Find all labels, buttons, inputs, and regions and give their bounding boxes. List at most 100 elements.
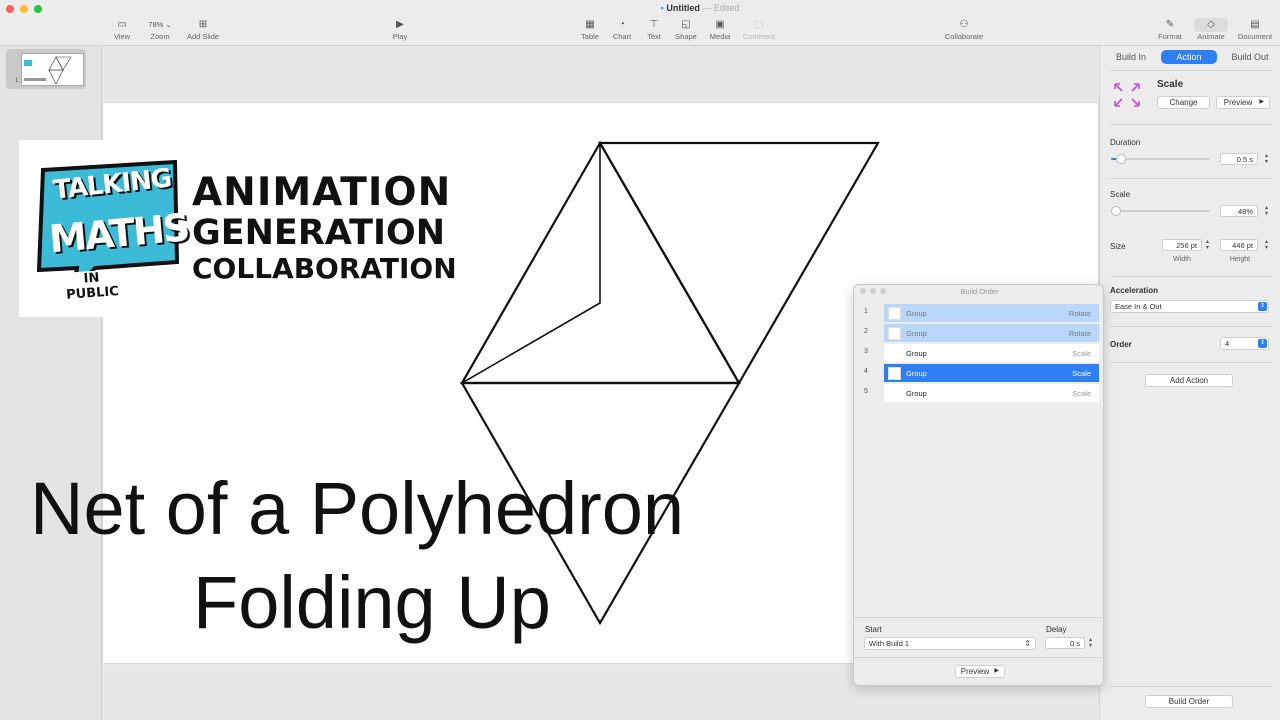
height-field[interactable]: 446 pt — [1220, 239, 1258, 251]
text-box-icon: ⊤ — [649, 19, 659, 30]
chevron-updown-icon: ⇕ — [1258, 339, 1267, 348]
height-label: Height — [1229, 256, 1251, 263]
thumbnail-preview — [24, 56, 72, 85]
scale-field[interactable]: 48% — [1220, 205, 1258, 217]
play-icon: ▶ — [1259, 99, 1264, 105]
build-row-selected[interactable]: Group Scale — [884, 364, 1099, 383]
zoom-value: 78% — [148, 20, 164, 29]
collaborate-button[interactable]: ⚇ Collaborate — [942, 18, 986, 41]
start-label: Start — [865, 625, 882, 634]
slide-thumbnail[interactable] — [21, 53, 84, 86]
slide-thumbnail-selected[interactable]: 1 — [6, 49, 86, 89]
chevron-updown-icon: ⇕ — [1258, 302, 1267, 311]
tab-action[interactable]: Action — [1161, 50, 1217, 64]
media-button[interactable]: ▣ Media — [707, 18, 733, 41]
delay-field[interactable]: 0 s — [1045, 637, 1085, 649]
build-order-preview-button[interactable]: Preview ▶ — [955, 665, 1005, 678]
scale-slider-knob[interactable] — [1110, 206, 1121, 216]
build-row[interactable]: Group Scale — [884, 384, 1099, 403]
animate-button[interactable]: ◇ Animate — [1194, 18, 1228, 41]
tab-build-in[interactable]: Build In — [1108, 50, 1154, 64]
comment-button[interactable]: ▢ Comment — [741, 18, 777, 41]
duration-label: Duration — [1110, 138, 1141, 147]
build-row[interactable]: Group Scale — [884, 344, 1099, 363]
build-row[interactable]: Group Rotate — [884, 324, 1099, 343]
height-stepper[interactable]: ▴ ▾ — [1263, 239, 1270, 251]
order-label: Order — [1110, 340, 1132, 349]
shape-icon: ◱ — [681, 19, 691, 30]
sidebar-icon: ▭ — [117, 19, 127, 30]
window-title: ▪ Untitled — Edited — [660, 3, 740, 13]
slide-title-line1[interactable]: Net of a Polyhedron — [30, 466, 684, 551]
play-button[interactable]: ▶ Play — [389, 18, 411, 41]
preview-effect-button[interactable]: Preview ▶ — [1216, 96, 1270, 109]
table-button[interactable]: ▦ Table — [579, 18, 601, 41]
start-select[interactable]: With Build 1 ⇕ — [864, 637, 1036, 650]
logo-line-collaboration: COLLABORATION — [192, 252, 457, 285]
build-order-panel: Build Order 1 2 3 4 5 Group Rotate Group… — [853, 284, 1105, 686]
document-button[interactable]: ▤ Document — [1236, 18, 1274, 41]
shape-button[interactable]: ◱ Shape — [673, 18, 699, 41]
add-action-button[interactable]: Add Action — [1145, 374, 1233, 387]
logo-line-animation: ANIMATION — [192, 170, 452, 215]
play-icon: ▶ — [994, 668, 999, 674]
slide-title-line2[interactable]: Folding Up — [193, 560, 551, 645]
tab-build-out[interactable]: Build Out — [1225, 50, 1275, 64]
document-status: Edited — [713, 3, 740, 13]
document-icon: ▪ — [660, 3, 664, 13]
width-stepper[interactable]: ▴ ▾ — [1204, 239, 1211, 251]
chart-button[interactable]: ◔ Chart — [610, 18, 634, 41]
logo-line-generation: GENERATION — [192, 213, 446, 253]
duration-stepper[interactable]: ▴ ▾ — [1263, 153, 1270, 165]
chart-icon: ◔ — [618, 19, 626, 30]
scale-effect-icon — [1114, 83, 1140, 107]
build-order-button[interactable]: Build Order — [1145, 695, 1233, 708]
build-number: 4 — [864, 368, 868, 375]
slide-number: 1 — [15, 78, 19, 84]
object-thumbnail — [888, 307, 901, 320]
zoom-button[interactable]: 78% ⌄ Zoom — [145, 18, 175, 41]
build-row[interactable]: Group Rotate — [884, 304, 1099, 323]
acceleration-label: Acceleration — [1110, 286, 1159, 295]
scale-label: Scale — [1110, 190, 1131, 199]
collaborate-icon: ⚇ — [959, 19, 969, 30]
document-icon: ▤ — [1250, 19, 1260, 30]
paintbrush-icon: ✎ — [1165, 19, 1175, 30]
talking-maths-logo: TALKING MATHS IN PUBLIC ANIMATION GENERA… — [19, 140, 469, 317]
acceleration-select[interactable]: Ease In & Out ⇕ — [1110, 300, 1269, 313]
object-thumbnail — [888, 367, 901, 380]
toolbar: ▪ Untitled — Edited ▭ View 78% ⌄ Zoom ⊞ … — [0, 0, 1280, 46]
build-order-title: Build Order — [960, 287, 999, 296]
comment-icon: ▢ — [754, 19, 764, 30]
build-number: 2 — [864, 328, 868, 335]
duration-slider-knob[interactable] — [1115, 154, 1126, 164]
object-thumbnail — [888, 327, 901, 340]
width-field[interactable]: 256 pt — [1162, 239, 1202, 251]
change-effect-button[interactable]: Change — [1157, 96, 1210, 109]
table-icon: ▦ — [585, 19, 595, 30]
view-button[interactable]: ▭ View — [110, 18, 134, 41]
logo-bubble-line3: IN PUBLIC — [58, 268, 126, 304]
delay-label: Delay — [1046, 625, 1067, 634]
animate-inspector: Build In Action Build Out Scale Change P… — [1099, 46, 1280, 720]
order-select[interactable]: 4 ⇕ — [1220, 337, 1269, 350]
chevron-updown-icon: ⇕ — [1024, 639, 1031, 648]
size-label: Size — [1110, 242, 1126, 251]
add-slide-button[interactable]: ⊞ Add Slide — [185, 18, 221, 41]
build-number: 3 — [864, 348, 868, 355]
net-face-top-right[interactable] — [598, 141, 880, 386]
width-label: Width — [1173, 256, 1191, 263]
document-name: Untitled — [666, 3, 700, 13]
build-number: 5 — [864, 388, 868, 395]
format-button[interactable]: ✎ Format — [1156, 18, 1184, 41]
scale-stepper[interactable]: ▴ ▾ — [1263, 205, 1270, 217]
delay-stepper[interactable]: ▴ ▾ — [1087, 637, 1094, 649]
chevron-down-icon: ⌄ — [165, 20, 172, 29]
effect-name: Scale — [1157, 79, 1184, 90]
photo-icon: ▣ — [715, 19, 725, 30]
scale-slider[interactable] — [1111, 210, 1210, 212]
build-order-list: Group Rotate Group Rotate Group Scale Gr… — [884, 302, 1099, 405]
duration-field[interactable]: 0.5 s — [1220, 153, 1258, 165]
text-button[interactable]: ⊤ Text — [643, 18, 665, 41]
animate-icon: ◇ — [1194, 18, 1228, 32]
